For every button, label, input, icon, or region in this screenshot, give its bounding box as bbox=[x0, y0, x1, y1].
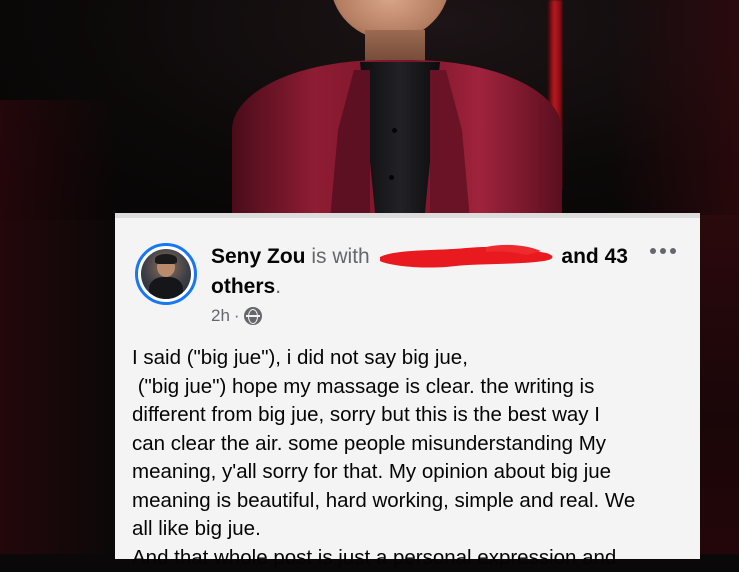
others-count[interactable]: and 43 bbox=[561, 245, 628, 268]
post-meta: 2h · bbox=[211, 306, 262, 326]
redaction-scribble bbox=[376, 243, 558, 269]
more-options-icon[interactable] bbox=[650, 248, 676, 254]
avatar-image bbox=[141, 249, 191, 299]
shirt-button bbox=[389, 175, 394, 180]
dot bbox=[670, 248, 676, 254]
globe-icon[interactable] bbox=[244, 307, 262, 325]
post-line: meaning, y'all sorry for that. My opinio… bbox=[132, 458, 687, 487]
post-line: ("big jue") hope my massage is clear. th… bbox=[132, 373, 687, 402]
author-name[interactable]: Seny Zou bbox=[211, 245, 306, 268]
others-period: . bbox=[275, 275, 281, 298]
post-header: Seny Zou is with and 43 bbox=[211, 243, 631, 271]
photo-shade bbox=[610, 0, 739, 220]
avatar-body bbox=[149, 277, 183, 299]
post-line: meaning is beautiful, hard working, simp… bbox=[132, 487, 687, 516]
post-line: I said ("big jue"), i did not say big ju… bbox=[132, 344, 687, 373]
background-shade-left bbox=[0, 100, 120, 554]
avatar-hair bbox=[155, 254, 177, 264]
dot bbox=[650, 248, 656, 254]
meta-separator: · bbox=[234, 306, 240, 326]
profile-avatar[interactable] bbox=[135, 243, 197, 305]
post-line: can clear the air. some people misunders… bbox=[132, 430, 687, 459]
post-line: different from big jue, sorry but this i… bbox=[132, 401, 687, 430]
post-line: all like big jue. bbox=[132, 515, 687, 544]
post-body: I said ("big jue"), i did not say big ju… bbox=[132, 344, 687, 572]
others-line: others. bbox=[211, 273, 281, 301]
dot bbox=[660, 248, 666, 254]
background-shade-right bbox=[700, 215, 739, 554]
post-card: Seny Zou is with and 43 others. 2h · I s… bbox=[115, 213, 700, 559]
others-link[interactable]: others bbox=[211, 275, 275, 298]
post-line: And that whole post is just a personal e… bbox=[132, 544, 687, 572]
redacted-tag bbox=[376, 243, 558, 269]
post-timestamp[interactable]: 2h bbox=[211, 306, 230, 326]
with-text: is with bbox=[311, 245, 369, 268]
shirt-button bbox=[392, 128, 397, 133]
